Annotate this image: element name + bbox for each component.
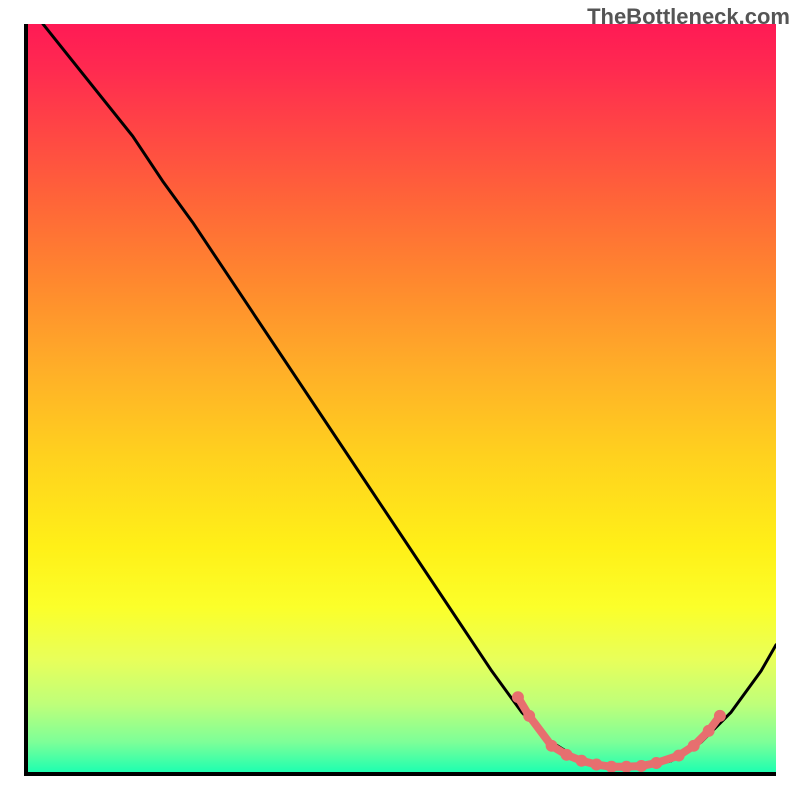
valley-marker-dot — [620, 761, 632, 772]
plot-area — [24, 24, 776, 776]
valley-marker-dot — [635, 760, 647, 772]
valley-marker-dot — [546, 740, 558, 752]
valley-marker-dot — [688, 740, 700, 752]
valley-marker-dot — [512, 691, 524, 703]
valley-marker-dot — [591, 759, 603, 771]
valley-marker-dot — [703, 725, 715, 737]
valley-marker-dot — [650, 757, 662, 769]
valley-marker-stroke — [518, 697, 720, 767]
chart-svg — [28, 24, 776, 772]
valley-marker-dot — [561, 749, 573, 761]
valley-marker-dot — [673, 750, 685, 762]
watermark-text: TheBottleneck.com — [587, 4, 790, 30]
chart-container: TheBottleneck.com — [0, 0, 800, 800]
valley-marker-dot — [523, 710, 535, 722]
valley-marker-dot — [576, 755, 588, 767]
valley-marker-dot — [714, 710, 726, 722]
bottleneck-curve — [43, 24, 776, 768]
